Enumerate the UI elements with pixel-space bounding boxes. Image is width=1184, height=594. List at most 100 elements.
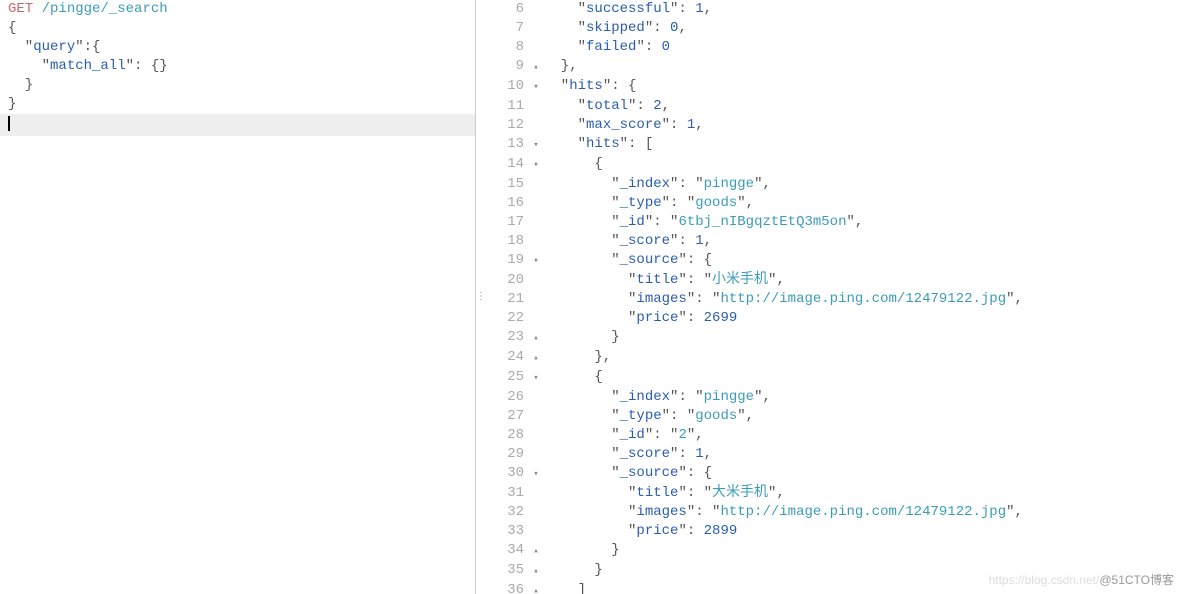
token-punct: " <box>544 136 586 152</box>
token-punct: " <box>544 485 636 501</box>
code-line[interactable]: "query":{ <box>0 38 475 57</box>
fold-toggle-icon[interactable]: ▴ <box>530 542 542 561</box>
code-content[interactable]: "_id": "6tbj_nIBgqztEtQ3m5on", <box>542 213 1184 232</box>
code-content[interactable]: "_id": "2", <box>542 426 1184 445</box>
code-line[interactable]: 31 "title": "大米手机", <box>484 484 1184 503</box>
code-content[interactable]: "_score": 1, <box>542 445 1184 464</box>
code-content[interactable]: { <box>542 368 1184 387</box>
code-line[interactable]: 23▴ } <box>484 328 1184 348</box>
code-content[interactable]: { <box>6 19 475 38</box>
code-content[interactable]: "hits": { <box>542 77 1184 96</box>
code-content[interactable]: "match_all": {} <box>6 57 475 76</box>
code-content[interactable]: } <box>542 541 1184 560</box>
fold-toggle-icon[interactable]: ▾ <box>530 78 542 97</box>
code-content[interactable]: }, <box>542 57 1184 76</box>
code-content[interactable]: "_type": "goods", <box>542 407 1184 426</box>
code-line[interactable]: 25▾ { <box>484 368 1184 388</box>
response-viewer-pane[interactable]: 6 "successful": 1,7 "skipped": 0,8 "fail… <box>484 0 1184 594</box>
token-punct: " <box>544 117 586 133</box>
request-editor-pane[interactable]: GET /pingge/_search{ "query":{ "match_al… <box>0 0 476 594</box>
code-line[interactable]: 33 "price": 2899 <box>484 522 1184 541</box>
fold-toggle-icon[interactable]: ▾ <box>530 252 542 271</box>
code-content[interactable]: "skipped": 0, <box>542 19 1184 38</box>
code-line[interactable]: GET /pingge/_search <box>0 0 475 19</box>
code-line[interactable]: 26 "_index": "pingge", <box>484 388 1184 407</box>
code-content[interactable]: "query":{ <box>6 38 475 57</box>
code-line[interactable] <box>0 114 475 136</box>
fold-toggle-icon[interactable]: ▴ <box>530 349 542 368</box>
code-line[interactable]: 18 "_score": 1, <box>484 232 1184 251</box>
code-line[interactable]: 8 "failed": 0 <box>484 38 1184 57</box>
code-line[interactable]: 22 "price": 2699 <box>484 309 1184 328</box>
code-content[interactable]: "successful": 1, <box>542 0 1184 19</box>
token-punct: ", <box>754 389 771 405</box>
code-line[interactable]: "match_all": {} <box>0 57 475 76</box>
code-content[interactable]: "title": "大米手机", <box>542 484 1184 503</box>
code-line[interactable]: 28 "_id": "2", <box>484 426 1184 445</box>
code-line[interactable]: 29 "_score": 1, <box>484 445 1184 464</box>
code-content[interactable]: "_source": { <box>542 464 1184 483</box>
code-content[interactable]: "images": "http://image.ping.com/1247912… <box>542 503 1184 522</box>
code-line[interactable]: 21 "images": "http://image.ping.com/1247… <box>484 290 1184 309</box>
code-line[interactable]: 36▴ ] <box>484 581 1184 594</box>
code-line[interactable]: 10▾ "hits": { <box>484 77 1184 97</box>
code-content[interactable]: "price": 2699 <box>542 309 1184 328</box>
token-num: 1 <box>695 446 703 462</box>
code-content[interactable]: "hits": [ <box>542 135 1184 154</box>
code-content[interactable]: "_index": "pingge", <box>542 388 1184 407</box>
fold-toggle-icon[interactable]: ▾ <box>530 465 542 484</box>
code-line[interactable]: 30▾ "_source": { <box>484 464 1184 484</box>
code-content[interactable]: "_type": "goods", <box>542 194 1184 213</box>
code-line[interactable]: { <box>0 19 475 38</box>
code-content[interactable]: GET /pingge/_search <box>6 0 475 19</box>
fold-toggle-icon[interactable]: ▴ <box>530 562 542 581</box>
token-punct: " <box>544 465 620 481</box>
code-content[interactable]: "title": "小米手机", <box>542 271 1184 290</box>
code-line[interactable]: 24▴ }, <box>484 348 1184 368</box>
code-content[interactable]: }, <box>542 348 1184 367</box>
code-line[interactable]: 9▴ }, <box>484 57 1184 77</box>
code-line[interactable]: 20 "title": "小米手机", <box>484 271 1184 290</box>
code-line[interactable]: 34▴ } <box>484 541 1184 561</box>
token-punct: ": <box>678 523 703 539</box>
code-line[interactable]: 32 "images": "http://image.ping.com/1247… <box>484 503 1184 522</box>
code-content[interactable]: { <box>542 155 1184 174</box>
code-content[interactable]: "_index": "pingge", <box>542 175 1184 194</box>
code-line[interactable]: 19▾ "_source": { <box>484 251 1184 271</box>
code-content[interactable]: } <box>6 95 475 114</box>
code-content[interactable]: "_source": { <box>542 251 1184 270</box>
code-line[interactable]: } <box>0 95 475 114</box>
fold-toggle-icon[interactable]: ▴ <box>530 329 542 348</box>
pane-divider[interactable]: ⋮ <box>476 0 484 594</box>
code-line[interactable]: } <box>0 76 475 95</box>
code-content[interactable]: "price": 2899 <box>542 522 1184 541</box>
code-line[interactable]: 15 "_index": "pingge", <box>484 175 1184 194</box>
code-line[interactable]: 11 "total": 2, <box>484 97 1184 116</box>
token-punct: ": <box>662 117 687 133</box>
fold-toggle-icon[interactable]: ▴ <box>530 582 542 594</box>
code-content[interactable]: "max_score": 1, <box>542 116 1184 135</box>
code-content[interactable] <box>6 114 475 136</box>
code-line[interactable]: 17 "_id": "6tbj_nIBgqztEtQ3m5on", <box>484 213 1184 232</box>
code-line[interactable]: 27 "_type": "goods", <box>484 407 1184 426</box>
fold-toggle-icon[interactable]: ▴ <box>530 58 542 77</box>
code-line[interactable]: 14▾ { <box>484 155 1184 175</box>
code-content[interactable]: "_score": 1, <box>542 232 1184 251</box>
code-content[interactable]: } <box>6 76 475 95</box>
code-content[interactable]: } <box>542 561 1184 580</box>
token-str: goods <box>695 408 737 424</box>
code-content[interactable]: "images": "http://image.ping.com/1247912… <box>542 290 1184 309</box>
code-content[interactable]: ] <box>542 581 1184 594</box>
code-content[interactable]: "total": 2, <box>542 97 1184 116</box>
code-line[interactable]: 12 "max_score": 1, <box>484 116 1184 135</box>
fold-toggle-icon[interactable]: ▾ <box>530 156 542 175</box>
code-content[interactable]: "failed": 0 <box>542 38 1184 57</box>
code-line[interactable]: 35▴ } <box>484 561 1184 581</box>
code-line[interactable]: 7 "skipped": 0, <box>484 19 1184 38</box>
code-line[interactable]: 13▾ "hits": [ <box>484 135 1184 155</box>
code-line[interactable]: 6 "successful": 1, <box>484 0 1184 19</box>
code-line[interactable]: 16 "_type": "goods", <box>484 194 1184 213</box>
code-content[interactable]: } <box>542 328 1184 347</box>
fold-toggle-icon[interactable]: ▾ <box>530 369 542 388</box>
fold-toggle-icon[interactable]: ▾ <box>530 136 542 155</box>
